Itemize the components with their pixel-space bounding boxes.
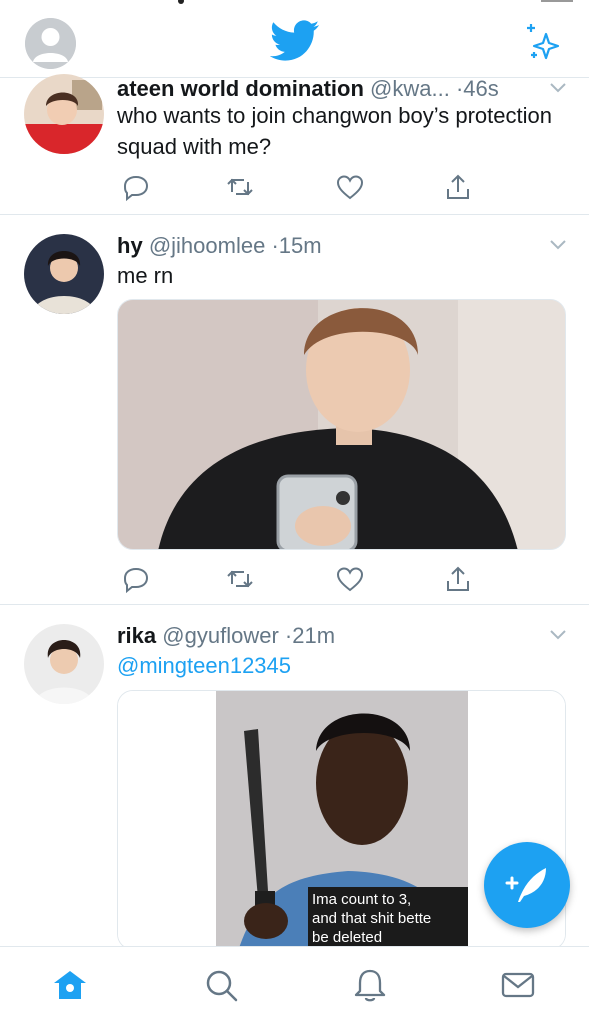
tweet-media-image[interactable] (117, 299, 566, 550)
tweet-actions (117, 172, 477, 202)
compose-tweet-button[interactable] (484, 842, 570, 928)
search-icon (206, 970, 238, 1002)
tweet-timestamp: ·46s (455, 76, 499, 101)
meme-caption-line: and that shit bette (312, 910, 431, 927)
tweet-header: ateen world domination @kwa... ·46s (117, 76, 529, 102)
tweet-header: rika @gyuflower ·21m (117, 623, 529, 649)
tab-home[interactable] (50, 965, 90, 1005)
tweet-text: @mingteen12345 (117, 650, 559, 681)
tweet-author-name[interactable]: ateen world domination (117, 76, 364, 101)
chevron-down-icon[interactable] (549, 629, 567, 641)
tweet-author-handle: @gyuflower (162, 623, 279, 648)
reply-icon[interactable] (121, 172, 151, 202)
tweet-author-avatar[interactable] (24, 234, 104, 314)
twitter-bird-icon (269, 20, 320, 62)
share-icon[interactable] (443, 172, 473, 202)
retweet-icon[interactable] (225, 172, 255, 202)
reply-icon[interactable] (121, 564, 151, 594)
tweet-timestamp: ·15m (271, 233, 322, 258)
tweet-mention-link[interactable]: @mingteen12345 (117, 653, 291, 678)
top-navigation-bar (0, 0, 589, 78)
tweet-author-handle: @jihoomlee (148, 233, 266, 258)
tab-search[interactable] (201, 965, 241, 1005)
profile-placeholder-icon (25, 18, 76, 69)
tweet[interactable]: hy @jihoomlee ·15m me rn (0, 215, 589, 605)
home-icon (54, 971, 86, 999)
mirror-selfie-photo (118, 300, 565, 549)
tab-notifications[interactable] (350, 965, 390, 1005)
status-bar-remnant (0, 0, 589, 6)
status-bar-glyph (541, 0, 573, 2)
tweet-author-avatar[interactable] (24, 624, 104, 704)
tweet-text: who wants to join changwon boy’s protect… (117, 103, 552, 159)
tweet[interactable]: ateen world domination @kwa... ·46s who … (0, 74, 589, 215)
meme-caption-line: Ima count to 3, (312, 891, 411, 908)
tweet-header: hy @jihoomlee ·15m (117, 233, 529, 259)
chevron-down-icon[interactable] (549, 82, 567, 94)
like-heart-icon[interactable] (335, 564, 365, 594)
retweet-icon[interactable] (225, 564, 255, 594)
meme-caption-line: be deleted (312, 929, 382, 946)
tweet-author-name[interactable]: rika (117, 623, 156, 648)
bottom-tab-bar (0, 946, 589, 1024)
sparkle-icon[interactable] (522, 22, 562, 62)
profile-avatar-button[interactable] (25, 18, 76, 69)
tweet-text: me rn (117, 263, 174, 288)
status-bar-glyph (178, 0, 184, 4)
tweet-timestamp: ·21m (284, 623, 336, 648)
tab-messages[interactable] (498, 965, 538, 1005)
tweet-author-handle: @kwa... (370, 76, 450, 101)
messages-envelope-icon (501, 972, 535, 998)
notifications-bell-icon (354, 969, 386, 1002)
tweet-author-avatar[interactable] (24, 74, 104, 154)
share-icon[interactable] (443, 564, 473, 594)
chevron-down-icon[interactable] (549, 239, 567, 251)
like-heart-icon[interactable] (335, 172, 365, 202)
tweet-actions (117, 564, 477, 594)
tweet-author-name[interactable]: hy (117, 233, 143, 258)
compose-tweet-icon (505, 868, 546, 902)
